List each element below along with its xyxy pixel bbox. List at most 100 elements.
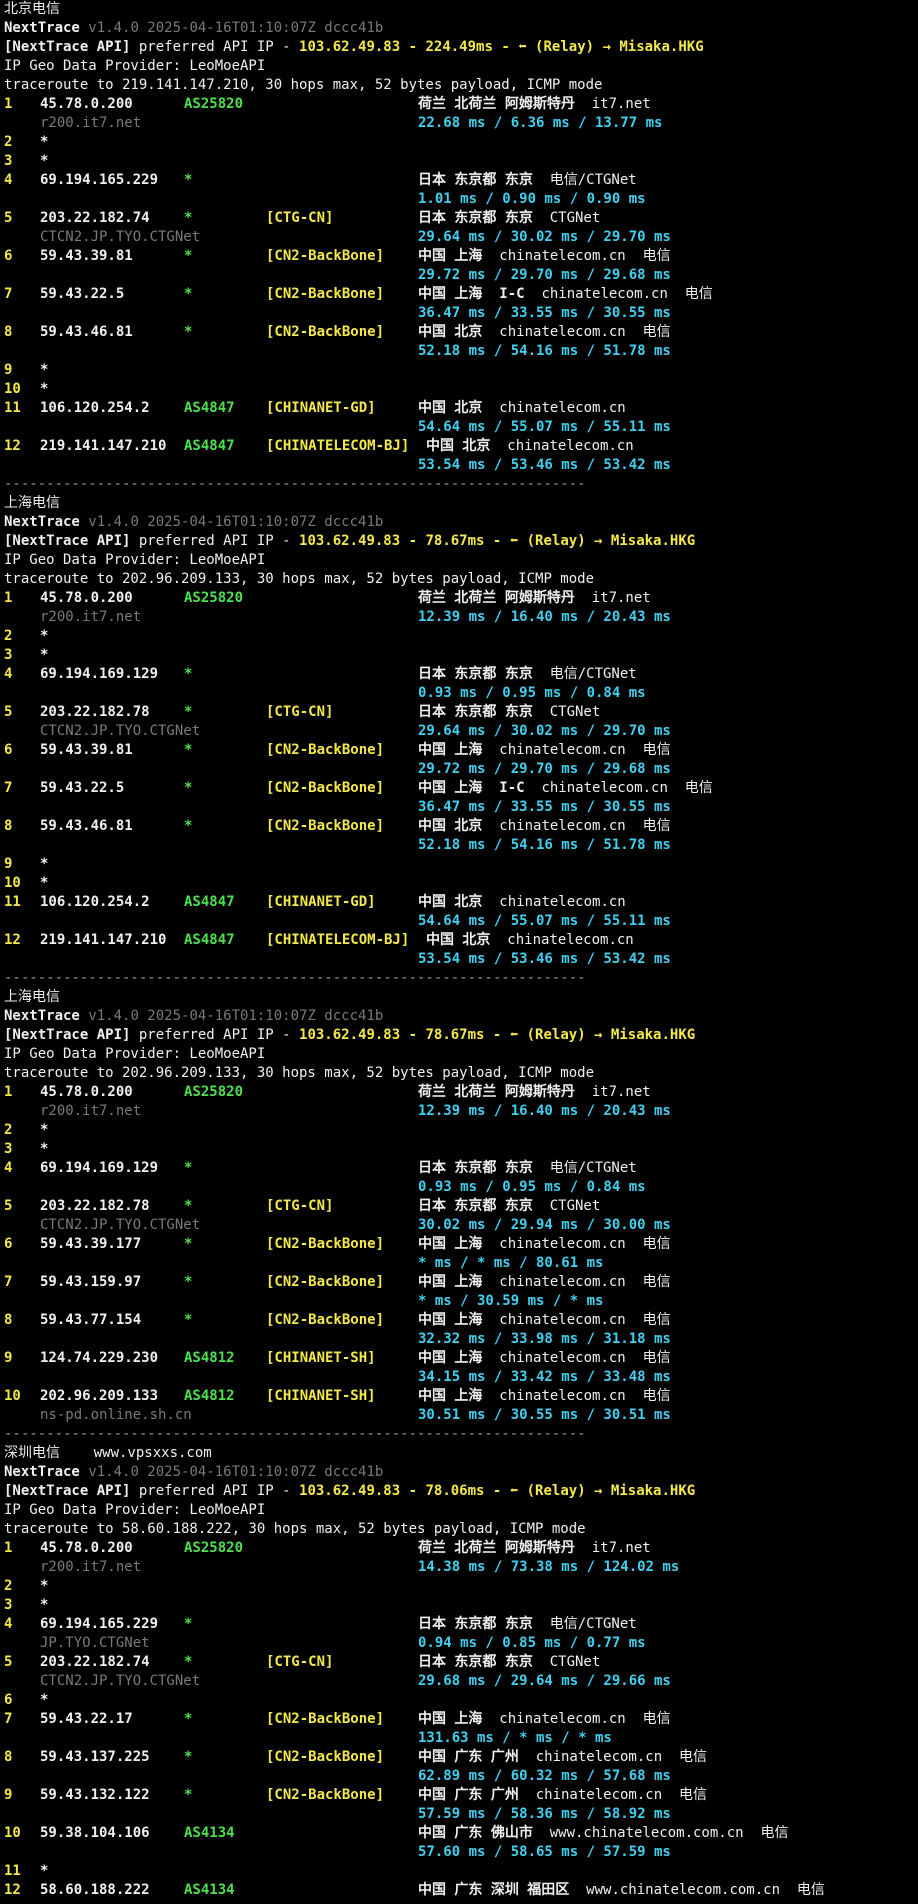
hop-tag: [CHINATELECOM-BJ] [266,438,410,454]
hop-ip: 202.96.209.133 [40,1388,159,1404]
hop-geo: 日本 东京都 东京 [418,704,533,720]
hop-ip: 59.43.39.177 [40,1236,142,1252]
hop-detail-row: 29.72 ms / 29.70 ms / 29.68 ms [4,266,914,285]
hop-detail-row: CTCN2.JP.TYO.CTGNet 29.64 ms / 30.02 ms /… [4,722,914,741]
hop-isp: 电信 [642,1236,671,1252]
hop-domain: www.chinatelecom.com.cn [586,1882,781,1898]
hop-number: 5 [4,704,13,720]
hop-asn: * [184,704,193,720]
hop-rtt: 36.47 ms / 33.55 ms / 30.55 ms [418,799,671,815]
hop-row: 7 59.43.22.5 * [CN2-BackBone] 中国 上海 I-C chin… [4,285,914,304]
section-title: 北京电信 [4,1,60,17]
hop-domain: it7.net [591,1084,651,1100]
hop-timeout: * [40,628,49,644]
hop-domain: chinatelecom.cn [499,248,626,264]
geo-provider: IP Geo Data Provider: LeoMoeAPI [4,58,266,74]
hop-geo-group: 日本 东京都 东京 电信/CTGNet [418,171,637,190]
hop-number: 6 [4,248,13,264]
version-line: NextTrace v1.4.0 2025-04-16T01:10:07Z dc… [4,19,914,38]
api-relay: - ⬅ (Relay) → Misaka.HKG [484,533,696,549]
api-text: preferred API IP - [130,1027,300,1043]
hop-timeout: * [40,1692,49,1708]
hop-row: 1 45.78.0.200 AS25820 荷兰 北荷兰 阿姆斯特丹 it7.net [4,95,914,114]
hop-geo-group: 日本 东京都 东京 CTGNet [418,1653,600,1672]
hop-geo-group: 荷兰 北荷兰 阿姆斯特丹 it7.net [418,589,651,608]
api-text: preferred API IP - [130,39,300,55]
hop-detail-row: 62.89 ms / 60.32 ms / 57.68 ms [4,1767,914,1786]
hop-asn: * [184,1274,193,1290]
hop-domain: chinatelecom.cn [499,1350,626,1366]
hop-asn: AS4847 [184,400,235,416]
hop-hostname: r200.it7.net [40,1559,142,1575]
hop-ip: 203.22.182.78 [40,1198,150,1214]
hop-timeout: * [40,1597,49,1613]
hop-asn: * [184,780,193,796]
section-title: 深圳电信 www.vpsxxs.com [4,1444,914,1463]
hop-geo: 中国 上海 [418,1350,483,1366]
hop-geo: 中国 北京 [418,400,483,416]
hop-isp: 电信 [642,1711,671,1727]
hop-number: 2 [4,1122,13,1138]
hop-detail-row: 57.60 ms / 58.65 ms / 57.59 ms [4,1843,914,1862]
hop-domain: chinatelecom.cn [499,1312,626,1328]
hop-geo-group: 中国 上海 chinatelecom.cn 电信 [418,247,671,266]
hop-asn: AS25820 [184,590,244,606]
hop-detail-row: 1.01 ms / 0.90 ms / 0.90 ms [4,190,914,209]
hop-detail-row: 32.32 ms / 33.98 ms / 31.18 ms [4,1330,914,1349]
hop-number: 5 [4,1198,13,1214]
hop-ip: 45.78.0.200 [40,1540,133,1556]
hop-geo: 日本 东京都 东京 [418,1160,533,1176]
api-latency: 78.67ms [425,1027,485,1043]
hop-rtt: * ms / 30.59 ms / * ms [418,1293,604,1309]
api-ip: 103.62.49.83 [299,39,401,55]
hop-tag: [CN2-BackBone] [266,1787,385,1803]
section-title: 上海电信 [4,494,914,513]
hop-rtt: 53.54 ms / 53.46 ms / 53.42 ms [418,951,671,967]
hop-hostname: r200.it7.net [40,1103,142,1119]
api-tag: [NextTrace API] [4,1027,131,1043]
hop-number: 9 [4,362,13,378]
hop-timeout: * [40,362,49,378]
hop-geo-group: 中国 上海 chinatelecom.cn 电信 [418,1311,671,1330]
hop-domain: chinatelecom.cn [541,780,668,796]
hop-row: 2 * [4,1577,914,1596]
api-relay: - ⬅ (Relay) → Misaka.HKG [484,1027,696,1043]
hop-geo: 荷兰 北荷兰 阿姆斯特丹 [418,590,575,606]
traceroute-line: traceroute to 219.141.147.210, 30 hops m… [4,76,914,95]
hop-asn: AS4847 [184,894,235,910]
hop-number: 1 [4,1540,13,1556]
hop-asn: AS4847 [184,932,235,948]
hop-row: 12 219.141.147.210 AS4847 [CHINATELECOM-BJ]… [4,437,914,456]
hop-detail-row: r200.it7.net 12.39 ms / 16.40 ms / 20.43 … [4,608,914,627]
hop-number: 9 [4,1787,13,1803]
hop-detail-row: 36.47 ms / 33.55 ms / 30.55 ms [4,798,914,817]
hop-row: 10 * [4,380,914,399]
hop-ip: 69.194.165.229 [40,1616,159,1632]
hop-domain: chinatelecom.cn [499,1236,626,1252]
version-line: NextTrace v1.4.0 2025-04-16T01:10:07Z dc… [4,1007,914,1026]
hop-row: 12 219.141.147.210 AS4847 [CHINATELECOM-BJ]… [4,931,914,950]
hop-geo: 中国 广东 广州 [418,1749,519,1765]
hop-isp: 电信 [642,1274,671,1290]
hop-number: 8 [4,818,13,834]
hop-rtt: 57.59 ms / 58.36 ms / 58.92 ms [418,1806,671,1822]
hop-ip: 203.22.182.78 [40,704,150,720]
hop-rtt: 53.54 ms / 53.46 ms / 53.42 ms [418,457,671,473]
hop-isp: 电信 [642,248,671,264]
hop-asn: AS25820 [184,96,244,112]
hop-row: 9 * [4,361,914,380]
hop-rtt: 29.72 ms / 29.70 ms / 29.68 ms [418,267,671,283]
version-text: v1.4.0 2025-04-16T01:10:07Z dccc41b [88,514,384,530]
api-latency: 78.06ms [425,1483,485,1499]
hop-ip: 69.194.169.129 [40,666,159,682]
hop-geo: 中国 广东 佛山市 [418,1825,533,1841]
hop-rtt: 0.94 ms / 0.85 ms / 0.77 ms [418,1635,646,1651]
hop-geo-group: 日本 东京都 东京 电信/CTGNet [418,1159,637,1178]
hop-row: 6 59.43.39.81 * [CN2-BackBone] 中国 上海 chinate… [4,741,914,760]
hop-asn: AS4812 [184,1388,235,1404]
hop-row: 1 45.78.0.200 AS25820 荷兰 北荷兰 阿姆斯特丹 it7.net [4,1539,914,1558]
api-latency: 78.67ms [425,533,485,549]
hop-row: 10 202.96.209.133 AS4812 [CHINANET-SH] 中国 上海… [4,1387,914,1406]
hop-timeout: * [40,1863,49,1879]
hop-geo: 中国 上海 [418,1388,483,1404]
